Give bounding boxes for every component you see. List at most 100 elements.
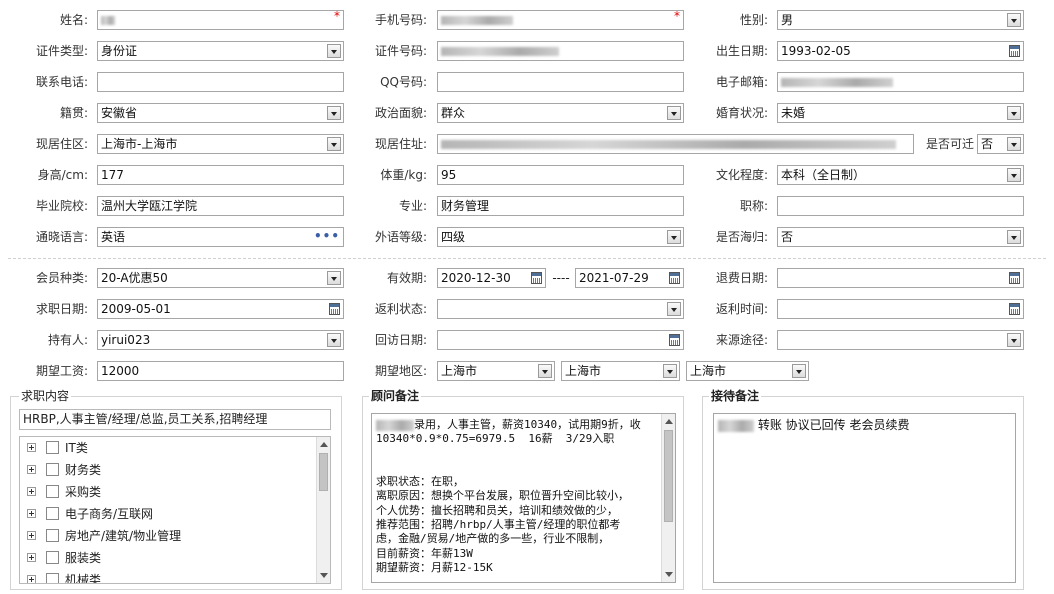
expand-icon[interactable] (27, 443, 36, 452)
expected-salary-field[interactable]: 12000 (97, 361, 344, 381)
calendar-icon[interactable] (329, 303, 340, 315)
chevron-down-icon[interactable] (667, 106, 681, 120)
checkbox[interactable] (46, 529, 59, 542)
checkbox[interactable] (46, 441, 59, 454)
job-date-field[interactable]: 2009-05-01 (97, 299, 344, 319)
checkbox[interactable] (46, 507, 59, 520)
residence-area-select[interactable]: 上海市-上海市 (97, 134, 344, 154)
valid-end-field[interactable]: 2021-07-29 (575, 268, 684, 288)
chevron-down-icon[interactable] (663, 364, 677, 378)
language-field[interactable]: 英语 ••• (97, 227, 344, 247)
consultant-notes-textarea[interactable]: 录用，人事主管，薪资10340，试用期9折，收 10340*0.9*0.75=6… (371, 413, 676, 583)
expected-area-value: 上海市 (565, 364, 602, 378)
expand-icon[interactable] (27, 509, 36, 518)
title-field[interactable] (777, 196, 1024, 216)
job-content-summary[interactable]: HRBP,人事主管/经理/总监,员工关系,招聘经理 (19, 409, 331, 430)
calendar-icon[interactable] (1009, 303, 1020, 315)
scroll-down-icon[interactable] (320, 573, 328, 578)
native-place-select[interactable]: 安徽省 (97, 103, 344, 123)
holder-select[interactable]: yirui023 (97, 330, 344, 350)
tree-scrollbar[interactable] (316, 437, 330, 583)
member-type-label: 会员种类: (35, 271, 88, 285)
chevron-down-icon[interactable] (1007, 137, 1021, 151)
email-field[interactable] (777, 72, 1024, 92)
calendar-icon[interactable] (1009, 272, 1020, 284)
expected-district-select[interactable]: 上海市 (686, 361, 809, 381)
id-type-select[interactable]: 身份证 (97, 41, 344, 61)
chevron-down-icon[interactable] (1007, 230, 1021, 244)
expected-province-select[interactable]: 上海市 (437, 361, 555, 381)
member-type-select[interactable]: 20-A优惠50 (97, 268, 344, 288)
calendar-icon[interactable] (531, 272, 542, 284)
phone-label: 联系电话: (35, 75, 88, 89)
scroll-down-icon[interactable] (665, 572, 673, 577)
mobile-field[interactable]: * (437, 10, 684, 30)
weight-label: 体重/kg: (380, 168, 427, 182)
checkbox[interactable] (46, 463, 59, 476)
marital-status-select[interactable]: 未婚 (777, 103, 1024, 123)
overseas-select[interactable]: 否 (777, 227, 1024, 247)
birth-date-field[interactable]: 1993-02-05 (777, 41, 1024, 61)
chevron-down-icon[interactable] (667, 230, 681, 244)
chevron-down-icon[interactable] (1007, 333, 1021, 347)
checkbox[interactable] (46, 573, 59, 583)
source-select[interactable] (777, 330, 1024, 350)
holder-value: yirui023 (101, 333, 151, 347)
political-status-select[interactable]: 群众 (437, 103, 684, 123)
checkbox[interactable] (46, 485, 59, 498)
phone-field[interactable] (97, 72, 344, 92)
calendar-icon[interactable] (669, 334, 680, 346)
reception-notes-textarea[interactable]: 转账 协议已回传 老会员续费 (713, 413, 1016, 583)
chevron-down-icon[interactable] (327, 137, 341, 151)
chevron-down-icon[interactable] (1007, 168, 1021, 182)
residence-address-field[interactable] (437, 134, 914, 154)
consultant-notes-panel: 顾问备注 录用，人事主管，薪资10340，试用期9折，收 10340*0.9*0… (362, 389, 684, 590)
id-number-field[interactable] (437, 41, 684, 61)
education-select[interactable]: 本科（全日制） (777, 165, 1024, 185)
scroll-thumb[interactable] (319, 453, 328, 491)
chevron-down-icon[interactable] (327, 333, 341, 347)
masked-value (781, 78, 893, 87)
expected-area-value: 上海市 (690, 364, 727, 378)
more-options-icon[interactable]: ••• (314, 228, 340, 244)
checkbox[interactable] (46, 551, 59, 564)
expand-icon[interactable] (27, 465, 36, 474)
expand-icon[interactable] (27, 575, 36, 583)
major-field[interactable]: 财务管理 (437, 196, 684, 216)
chevron-down-icon[interactable] (1007, 13, 1021, 27)
job-content-panel: 求职内容 HRBP,人事主管/经理/总监,员工关系,招聘经理 IT类 财务类 采… (10, 389, 342, 590)
expected-city-select[interactable]: 上海市 (561, 361, 680, 381)
school-field[interactable]: 温州大学瓯江学院 (97, 196, 344, 216)
chevron-down-icon[interactable] (667, 302, 681, 316)
refund-date-field[interactable] (777, 268, 1024, 288)
notes-scrollbar[interactable] (661, 414, 675, 582)
rebate-status-select[interactable] (437, 299, 684, 319)
can-relocate-select[interactable]: 否 (977, 134, 1024, 154)
valid-start-field[interactable]: 2020-12-30 (437, 268, 546, 288)
chevron-down-icon[interactable] (327, 44, 341, 58)
gender-select[interactable]: 男 (777, 10, 1024, 30)
chevron-down-icon[interactable] (792, 364, 806, 378)
weight-field[interactable]: 95 (437, 165, 684, 185)
chevron-down-icon[interactable] (327, 271, 341, 285)
height-field[interactable]: 177 (97, 165, 344, 185)
chevron-down-icon[interactable] (1007, 106, 1021, 120)
scroll-up-icon[interactable] (320, 442, 328, 447)
name-field[interactable]: * (97, 10, 344, 30)
expand-icon[interactable] (27, 487, 36, 496)
expected-salary-label: 期望工资: (35, 364, 88, 378)
expand-icon[interactable] (27, 553, 36, 562)
tree-item-label: 采购类 (65, 485, 102, 499)
calendar-icon[interactable] (669, 272, 680, 284)
scroll-up-icon[interactable] (665, 419, 673, 424)
scroll-thumb[interactable] (664, 430, 673, 522)
rebate-time-field[interactable] (777, 299, 1024, 319)
qq-field[interactable] (437, 72, 684, 92)
expand-icon[interactable] (27, 531, 36, 540)
chevron-down-icon[interactable] (327, 106, 341, 120)
chevron-down-icon[interactable] (538, 364, 552, 378)
calendar-icon[interactable] (1009, 45, 1020, 57)
visit-date-field[interactable] (437, 330, 684, 350)
job-date-value: 2009-05-01 (101, 302, 171, 316)
foreign-level-select[interactable]: 四级 (437, 227, 684, 247)
